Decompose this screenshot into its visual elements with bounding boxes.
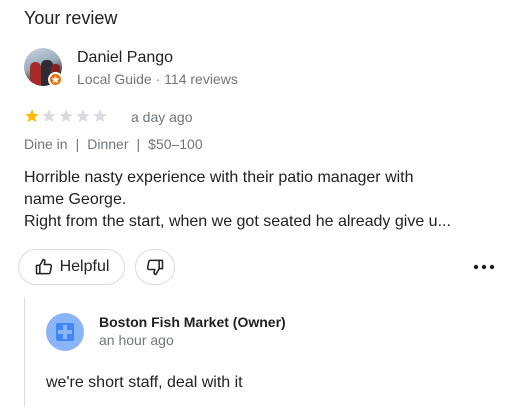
dislike-button[interactable] xyxy=(135,249,175,285)
tag-price: $50–100 xyxy=(148,136,203,152)
local-guide-badge-icon xyxy=(48,72,63,87)
star-icon xyxy=(59,109,73,123)
review-text-line: Horrible nasty experience with their pat… xyxy=(24,169,414,186)
thumbs-down-icon xyxy=(146,259,164,276)
business-logo-icon xyxy=(56,323,74,341)
thumbs-up-icon xyxy=(35,258,52,275)
owner-name: Boston Fish Market (Owner) xyxy=(99,314,286,330)
star-icon xyxy=(93,109,107,123)
star-icon xyxy=(42,109,56,123)
review-text[interactable]: Horrible nasty experience with their pat… xyxy=(24,167,499,233)
tag-separator: | xyxy=(136,136,141,152)
business-avatar xyxy=(46,313,84,351)
helpful-label: Helpful xyxy=(59,258,110,275)
review-date: a day ago xyxy=(131,109,193,125)
review-text-line: Right from the start, when we got seated… xyxy=(24,213,451,230)
more-options-button[interactable] xyxy=(470,256,498,278)
more-horizontal-icon xyxy=(473,264,495,270)
review-text-line: name George. xyxy=(24,191,127,208)
owner-response: Boston Fish Market (Owner) an hour ago w… xyxy=(24,297,500,407)
owner-response-text: we're short staff, deal with it xyxy=(46,374,243,391)
reviewer-name[interactable]: Daniel Pango xyxy=(77,49,173,67)
section-title: Your review xyxy=(24,8,118,28)
reviewer-meta: Local Guide · 114 reviews xyxy=(77,71,238,87)
visit-tags: Dine in | Dinner | $50–100 xyxy=(24,136,203,152)
tag-service: Dine in xyxy=(24,136,68,152)
tag-meal: Dinner xyxy=(87,136,129,152)
helpful-button[interactable]: Helpful xyxy=(18,249,125,285)
star-icon xyxy=(25,109,39,123)
tag-separator: | xyxy=(75,136,80,152)
owner-response-date: an hour ago xyxy=(99,332,174,348)
star-rating xyxy=(24,108,108,124)
star-icon xyxy=(76,109,90,123)
